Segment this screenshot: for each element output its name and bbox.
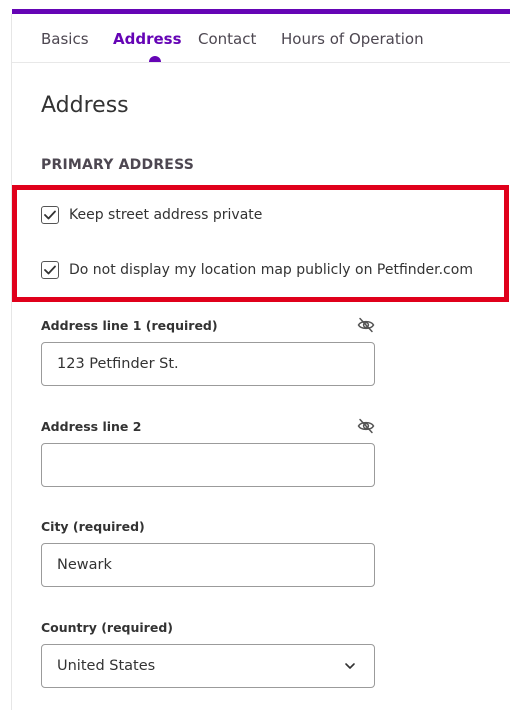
checkmark-icon (44, 265, 56, 275)
address-line-1-input[interactable]: 123 Petfinder St. (41, 342, 375, 386)
tab-hours-of-operation[interactable]: Hours of Operation (281, 30, 424, 48)
tab-address[interactable]: Address (113, 30, 182, 48)
address-line-2-label: Address line 2 (41, 419, 142, 434)
visibility-off-icon[interactable] (357, 317, 375, 333)
keep-address-private-checkbox-row[interactable]: Keep street address private (41, 206, 262, 224)
checkmark-icon (44, 210, 56, 220)
active-tab-indicator (149, 56, 161, 62)
keep-address-private-label: Keep street address private (69, 207, 263, 223)
city-input[interactable]: Newark (41, 543, 375, 587)
address-line-2-input[interactable] (41, 443, 375, 487)
address-line-1-label: Address line 1 (required) (41, 318, 218, 333)
chevron-down-icon (345, 663, 355, 669)
content-divider (11, 14, 12, 710)
highlight-box (12, 185, 509, 302)
section-title: PRIMARY ADDRESS (41, 157, 195, 173)
keep-address-private-checkbox[interactable] (41, 206, 59, 224)
country-select[interactable]: United States (41, 644, 375, 688)
tab-basics[interactable]: Basics (41, 30, 89, 48)
tab-contact[interactable]: Contact (198, 30, 256, 48)
city-label: City (required) (41, 519, 145, 534)
tab-bar: Basics Address Contact Hours of Operatio… (12, 14, 510, 63)
hide-location-map-checkbox[interactable] (41, 261, 59, 279)
hide-location-map-label: Do not display my location map publicly … (69, 262, 473, 278)
country-label: Country (required) (41, 620, 173, 635)
visibility-off-icon[interactable] (357, 418, 375, 434)
hide-location-map-checkbox-row[interactable]: Do not display my location map publicly … (41, 261, 473, 279)
page-title: Address (41, 93, 129, 118)
country-selected-value: United States (57, 658, 156, 674)
